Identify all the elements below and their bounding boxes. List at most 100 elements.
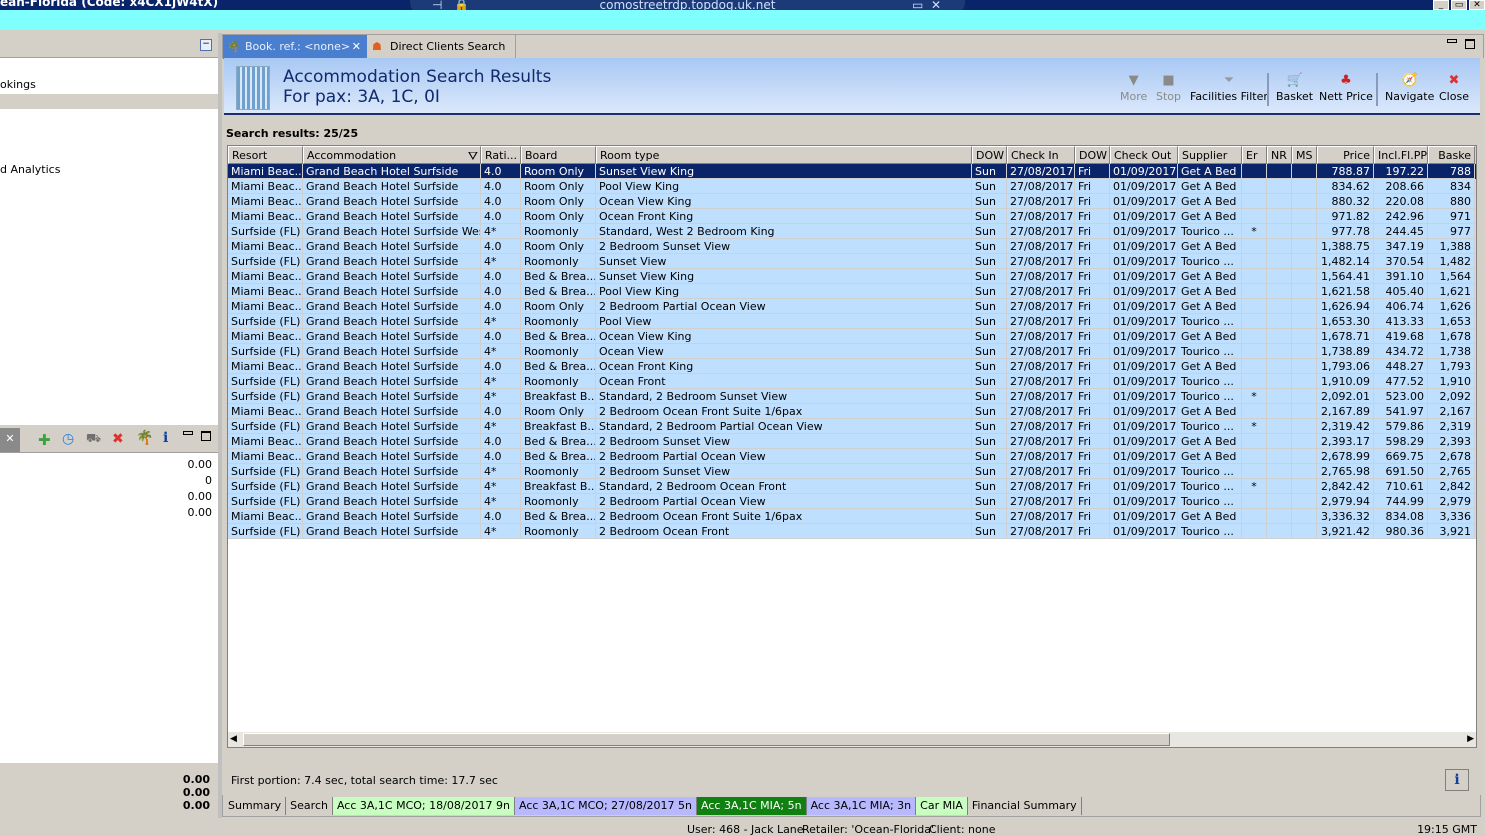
search-timing: First portion: 7.4 sec, total search tim… [231,774,498,787]
table-row[interactable]: Miami Beac... Grand Beach Hotel Surfside 4… [228,404,1476,419]
table-row[interactable]: Miami Beac... Grand Beach Hotel Surfside 4… [228,269,1476,284]
more-button[interactable]: ▼ More [1120,72,1147,103]
table-row[interactable]: Miami Beac... Grand Beach Hotel Surfside 4… [228,284,1476,299]
column-header-er[interactable]: Er [1242,146,1267,164]
table-row[interactable]: Miami Beac... Grand Beach Hotel Surfside 4… [228,194,1476,209]
cell-dow-in: Sun [972,344,1007,359]
pin-icon[interactable]: ⊣ [432,0,442,11]
table-row[interactable]: Surfside (FL) Grand Beach Hotel Surfside 4… [228,524,1476,539]
column-header-basket[interactable]: Baske [1428,146,1475,164]
splitter[interactable] [218,33,222,818]
cell-room-type: 2 Bedroom Sunset View [596,434,972,449]
nav-item-selected[interactable] [0,94,218,109]
stop-button[interactable]: ■ Stop [1156,72,1181,103]
navigate-button[interactable]: 🧭 Navigate [1385,72,1434,103]
table-row[interactable]: Surfside (FL) Grand Beach Hotel Surfside 4… [228,254,1476,269]
bottom-tab[interactable]: Financial Summary [967,797,1082,815]
table-row[interactable]: Miami Beac... Grand Beach Hotel Surfside 4… [228,509,1476,524]
info-icon[interactable]: i [163,430,168,446]
table-row[interactable]: Surfside (FL) Grand Beach Hotel Surfside 4… [228,479,1476,494]
nav-item-bookings[interactable]: okings [0,78,36,91]
cell-check-in: 27/08/2017 [1007,284,1075,299]
column-header-dow-out[interactable]: DOW [1075,146,1110,164]
table-row[interactable]: Miami Beac... Grand Beach Hotel Surfside 4… [228,329,1476,344]
rdp-window-controls[interactable]: _ ▭ ✕ [898,0,941,11]
bottom-tab[interactable]: Acc 3A,1C MCO; 18/08/2017 9n [332,797,515,815]
table-row[interactable]: Miami Beac... Grand Beach Hotel Surfside 4… [228,434,1476,449]
table-row[interactable]: Miami Beac... Grand Beach Hotel Surfside 4… [228,449,1476,464]
close-tab-icon[interactable]: ✕ [352,35,361,59]
facilities-filter-button[interactable]: ⏷ Facilities Filter [1190,72,1268,103]
table-row[interactable]: Surfside (FL) Grand Beach Hotel Surfside 4… [228,314,1476,329]
column-header-supplier[interactable]: Supplier [1178,146,1242,164]
table-row[interactable]: Surfside (FL) Grand Beach Hotel Surfside 4… [228,344,1476,359]
clock-refresh-icon[interactable]: ◷ [62,431,74,447]
tab-direct-clients-search[interactable]: ☗ Direct Clients Search [368,35,516,59]
tab-booking[interactable]: 🌴 Book. ref.: <none> ✕ [223,35,367,59]
table-row[interactable]: Miami Beac... Grand Beach Hotel Surfside 4… [228,179,1476,194]
column-header-incl-fl-pp[interactable]: Incl.Fl.PP [1374,146,1428,164]
bottom-tab[interactable]: Car MIA [916,797,968,815]
column-header-board[interactable]: Board [521,146,596,164]
cell-check-in: 27/08/2017 [1007,314,1075,329]
column-header-dow-in[interactable]: DOW [972,146,1007,164]
cell-accommodation: Grand Beach Hotel Surfside [303,419,481,434]
minimize-editor-icon[interactable] [1447,39,1457,43]
minimize-panel-icon[interactable] [183,431,193,435]
scroll-right-icon[interactable]: ▶ [1467,732,1474,747]
column-header-nr[interactable]: NR [1267,146,1292,164]
table-row[interactable]: Miami Beac... Grand Beach Hotel Surfside 4… [228,209,1476,224]
cart-move-icon[interactable]: ⛟ [86,431,101,447]
cell-room-type: 2 Bedroom Ocean Front [596,524,972,539]
column-header-ms[interactable]: MS [1292,146,1317,164]
add-icon[interactable]: ✚ [38,431,51,449]
minimize-panel-icon[interactable]: − [200,39,212,51]
table-row[interactable]: Surfside (FL) Grand Beach Hotel Surfside 4… [228,419,1476,434]
close-tab-icon[interactable]: ✕ [0,428,20,452]
table-row[interactable]: Surfside (FL) Grand Beach Hotel Surfside 4… [228,374,1476,389]
table-row[interactable]: Miami Beac... Grand Beach Hotel Surfside 4… [228,239,1476,254]
table-row[interactable]: Surfside (FL) Grand Beach Hotel Surfside 4… [228,464,1476,479]
close-button[interactable]: ✖ Close [1439,72,1469,103]
table-row[interactable]: Surfside (FL) Grand Beach Hotel Surfside 4… [228,389,1476,404]
column-header-check-out[interactable]: Check Out [1110,146,1178,164]
maximize-panel-icon[interactable] [201,431,211,441]
table-row[interactable]: Miami Beac... Grand Beach Hotel Surfside 4… [228,299,1476,314]
nett-price-button[interactable]: ♣ Nett Price [1319,72,1373,103]
bottom-tab[interactable]: Summary [224,797,287,815]
cell-resort: Surfside (FL) [228,389,303,404]
table-row[interactable]: Surfside (FL) Grand Beach Hotel Surfside … [228,224,1476,239]
cell-check-out: 01/09/2017 [1110,299,1178,314]
filter-icon[interactable]: ⛛ [468,147,478,163]
column-header-check-in[interactable]: Check In [1007,146,1075,164]
palm-tree-icon[interactable]: 🌴 [136,430,153,446]
column-header-room-type[interactable]: Room type [596,146,972,164]
column-header-price[interactable]: Price [1317,146,1374,164]
table-row[interactable]: Miami Beac... Grand Beach Hotel Surfside 4… [228,359,1476,374]
nav-item-analytics[interactable]: d Analytics [0,163,60,176]
table-row[interactable]: Miami Beac... Grand Beach Hotel Surfside 4… [228,164,1476,179]
scroll-left-icon[interactable]: ◀ [230,732,237,747]
bottom-tab[interactable]: Acc 3A,1C MIA; 5n [697,797,807,815]
info-button[interactable]: i [1445,769,1469,791]
cell-basket: 2,092 [1428,389,1475,404]
minimize-button[interactable]: _ [1433,0,1449,10]
cell-basket: 2,167 [1428,404,1475,419]
column-header-accommodation[interactable]: Accommodation ⛛ [303,146,481,164]
column-header-rating[interactable]: Rati... [481,146,521,164]
column-header-resort[interactable]: Resort [228,146,303,164]
cell-supplier: Get A Bed [1178,164,1242,179]
basket-button[interactable]: 🛒 Basket [1276,72,1313,103]
horizontal-scrollbar[interactable]: ◀ ▶ [228,732,1476,747]
bottom-tab[interactable]: Acc 3A,1C MCO; 27/08/2017 5n [515,797,698,815]
cell-basket: 2,765 [1428,464,1475,479]
restore-button[interactable]: ▭ [1451,0,1467,10]
maximize-editor-icon[interactable] [1465,39,1475,49]
bottom-tab[interactable]: Acc 3A,1C MIA; 3n [806,797,917,815]
table-row[interactable]: Surfside (FL) Grand Beach Hotel Surfside 4… [228,494,1476,509]
delete-icon[interactable]: ✖ [112,431,124,447]
cell-price: 880.32 [1317,194,1374,209]
bottom-tab[interactable]: Search [286,797,333,815]
scrollbar-thumb[interactable] [243,733,1170,746]
close-window-button[interactable]: ✕ [1469,0,1485,10]
